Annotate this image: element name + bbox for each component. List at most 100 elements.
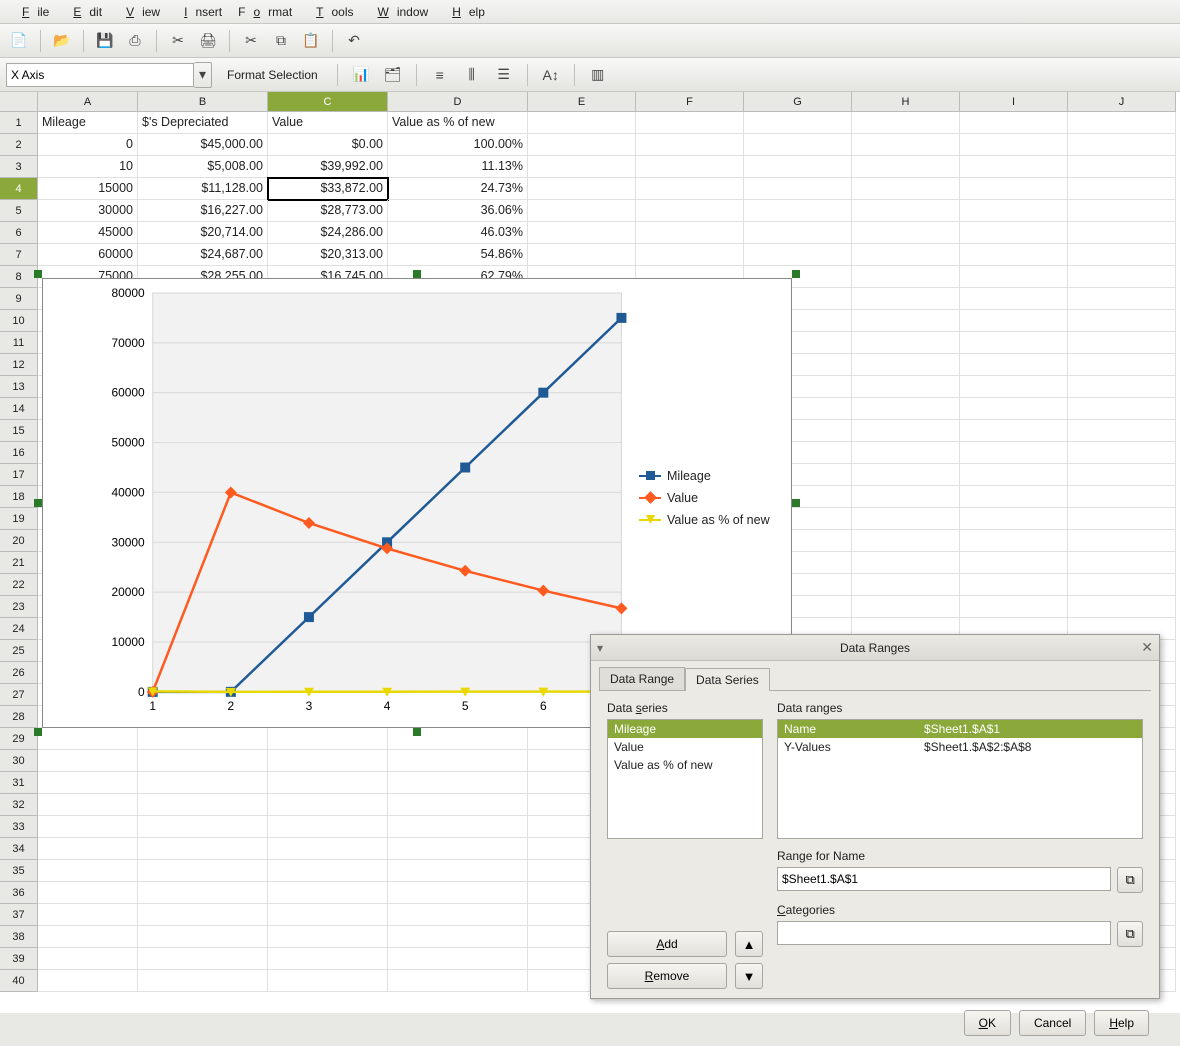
cell-J19[interactable] <box>1068 508 1176 530</box>
row-header-21[interactable]: 21 <box>0 552 38 574</box>
row-header-33[interactable]: 33 <box>0 816 38 838</box>
cell-H6[interactable] <box>852 222 960 244</box>
menu-window[interactable]: Window <box>362 1 437 23</box>
cell-I11[interactable] <box>960 332 1068 354</box>
cell-I10[interactable] <box>960 310 1068 332</box>
cell-H4[interactable] <box>852 178 960 200</box>
undo-icon[interactable]: ↶ <box>341 28 367 54</box>
cell-A1[interactable]: Mileage <box>38 112 138 134</box>
cell-B29[interactable] <box>138 728 268 750</box>
cell-A30[interactable] <box>38 750 138 772</box>
row-header-27[interactable]: 27 <box>0 684 38 706</box>
row-header-6[interactable]: 6 <box>0 222 38 244</box>
cell-H11[interactable] <box>852 332 960 354</box>
cell-A33[interactable] <box>38 816 138 838</box>
cell-F4[interactable] <box>636 178 744 200</box>
cell-E3[interactable] <box>528 156 636 178</box>
cell-A2[interactable]: 0 <box>38 134 138 156</box>
series-list-item[interactable]: Value <box>608 738 762 756</box>
cell-J6[interactable] <box>1068 222 1176 244</box>
cell-C40[interactable] <box>268 970 388 992</box>
cell-F2[interactable] <box>636 134 744 156</box>
cell-I15[interactable] <box>960 420 1068 442</box>
cell-D4[interactable]: 24.73% <box>388 178 528 200</box>
cell-B5[interactable]: $16,227.00 <box>138 200 268 222</box>
row-header-9[interactable]: 9 <box>0 288 38 310</box>
cell-J10[interactable] <box>1068 310 1176 332</box>
ok-button[interactable]: OK <box>964 1010 1011 1036</box>
cell-I20[interactable] <box>960 530 1068 552</box>
cell-C3[interactable]: $39,992.00 <box>268 156 388 178</box>
cell-F7[interactable] <box>636 244 744 266</box>
cell-I1[interactable] <box>960 112 1068 134</box>
row-header-23[interactable]: 23 <box>0 596 38 618</box>
cell-H21[interactable] <box>852 552 960 574</box>
menu-tools[interactable]: Tools <box>300 1 361 23</box>
cell-C4[interactable]: $33,872.00 <box>268 178 388 200</box>
cell-D7[interactable]: 54.86% <box>388 244 528 266</box>
cell-B37[interactable] <box>138 904 268 926</box>
cell-B30[interactable] <box>138 750 268 772</box>
cell-J23[interactable] <box>1068 596 1176 618</box>
cell-H10[interactable] <box>852 310 960 332</box>
cell-C6[interactable]: $24,286.00 <box>268 222 388 244</box>
cell-G3[interactable] <box>744 156 852 178</box>
save-icon[interactable]: 💾 <box>92 28 118 54</box>
cell-I17[interactable] <box>960 464 1068 486</box>
row-header-15[interactable]: 15 <box>0 420 38 442</box>
column-header-E[interactable]: E <box>528 92 636 112</box>
cell-B40[interactable] <box>138 970 268 992</box>
cell-B36[interactable] <box>138 882 268 904</box>
cell-J18[interactable] <box>1068 486 1176 508</box>
row-header-38[interactable]: 38 <box>0 926 38 948</box>
cell-F5[interactable] <box>636 200 744 222</box>
cell-C33[interactable] <box>268 816 388 838</box>
data-series-listbox[interactable]: MileageValueValue as % of new <box>607 719 763 839</box>
row-header-5[interactable]: 5 <box>0 200 38 222</box>
column-header-D[interactable]: D <box>388 92 528 112</box>
text-scale-icon[interactable]: A↕ <box>538 62 564 88</box>
cell-C1[interactable]: Value <box>268 112 388 134</box>
move-up-button[interactable]: ▲ <box>735 931 763 957</box>
column-header-I[interactable]: I <box>960 92 1068 112</box>
range-row[interactable]: Name$Sheet1.$A$1 <box>778 720 1142 738</box>
format-selection-button[interactable]: Format Selection <box>218 63 327 87</box>
column-header-H[interactable]: H <box>852 92 960 112</box>
remove-button[interactable]: Remove <box>607 963 727 989</box>
cell-D35[interactable] <box>388 860 528 882</box>
cell-C30[interactable] <box>268 750 388 772</box>
row-header-35[interactable]: 35 <box>0 860 38 882</box>
cell-A37[interactable] <box>38 904 138 926</box>
column-header-B[interactable]: B <box>138 92 268 112</box>
cell-I18[interactable] <box>960 486 1068 508</box>
cell-A4[interactable]: 15000 <box>38 178 138 200</box>
cell-B31[interactable] <box>138 772 268 794</box>
row-header-37[interactable]: 37 <box>0 904 38 926</box>
cell-H16[interactable] <box>852 442 960 464</box>
export-pdf-icon[interactable]: ⎙ <box>122 28 148 54</box>
cell-D34[interactable] <box>388 838 528 860</box>
cell-J2[interactable] <box>1068 134 1176 156</box>
cell-J14[interactable] <box>1068 398 1176 420</box>
cell-H19[interactable] <box>852 508 960 530</box>
cell-G6[interactable] <box>744 222 852 244</box>
cell-C39[interactable] <box>268 948 388 970</box>
shrink-range-icon[interactable]: ⧉ <box>1117 867 1143 893</box>
cell-D32[interactable] <box>388 794 528 816</box>
tab-data-series[interactable]: Data Series <box>685 668 770 691</box>
cell-H12[interactable] <box>852 354 960 376</box>
cell-A7[interactable]: 60000 <box>38 244 138 266</box>
cell-I7[interactable] <box>960 244 1068 266</box>
horizontal-grid-icon[interactable]: ≡ <box>427 62 453 88</box>
cell-F6[interactable] <box>636 222 744 244</box>
row-header-20[interactable]: 20 <box>0 530 38 552</box>
cell-D33[interactable] <box>388 816 528 838</box>
row-header-16[interactable]: 16 <box>0 442 38 464</box>
show-legend-icon[interactable]: ☰ <box>491 62 517 88</box>
close-icon[interactable]: ✕ <box>1141 639 1153 656</box>
cell-E6[interactable] <box>528 222 636 244</box>
dialog-titlebar[interactable]: ▾ Data Ranges ✕ <box>591 635 1159 661</box>
cell-A40[interactable] <box>38 970 138 992</box>
cell-I2[interactable] <box>960 134 1068 156</box>
row-header-17[interactable]: 17 <box>0 464 38 486</box>
